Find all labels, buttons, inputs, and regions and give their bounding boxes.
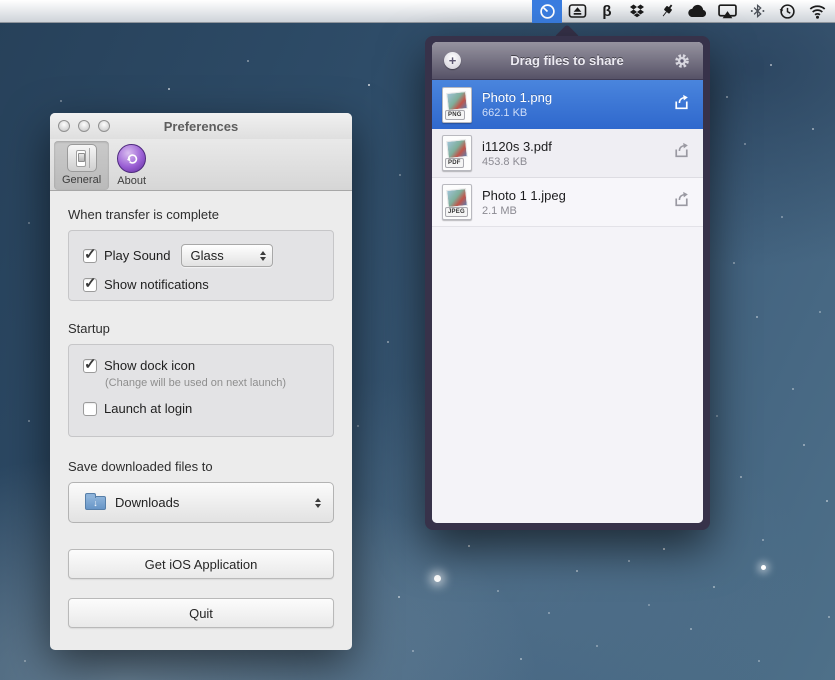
file-name: i1120s 3.pdf (482, 139, 672, 154)
get-ios-app-button[interactable]: Get iOS Application (68, 549, 334, 579)
jpeg-file-icon: JPEG (442, 184, 472, 220)
bright-star (434, 575, 441, 582)
sound-select[interactable]: Glass (181, 244, 273, 267)
share-icon[interactable] (672, 191, 691, 213)
transfer-group: ✓ Play Sound Glass ✓ Show notifications (68, 230, 334, 301)
file-name: Photo 1.png (482, 90, 672, 105)
file-row[interactable]: PNG Photo 1.png 662.1 KB (432, 80, 703, 129)
popover-title: Drag files to share (461, 53, 673, 68)
select-arrows-icon (260, 251, 266, 261)
save-heading: Save downloaded files to (68, 459, 334, 474)
bluetooth-menu-icon[interactable] (742, 0, 772, 23)
airplay-menu-icon[interactable] (712, 0, 742, 23)
transfer-heading: When transfer is complete (68, 207, 334, 222)
file-size: 662.1 KB (482, 107, 672, 119)
checkmark-icon: ✓ (84, 245, 97, 263)
checkmark-icon: ✓ (84, 355, 97, 373)
download-folder-select[interactable]: ↓ Downloads (68, 482, 334, 523)
dropbox-menu-icon[interactable] (622, 0, 652, 23)
bright-star (761, 565, 766, 570)
minimize-button[interactable] (78, 120, 90, 132)
cloud-menu-icon[interactable] (682, 0, 712, 23)
beta-menu-icon[interactable]: β (592, 0, 622, 23)
png-file-icon: PNG (442, 87, 472, 123)
file-row[interactable]: JPEG Photo 1 1.jpeg 2.1 MB (432, 178, 703, 227)
preferences-window: Preferences General (50, 113, 352, 650)
startup-group: ✓ Show dock icon (Change will be used on… (68, 344, 334, 437)
quit-button[interactable]: Quit (68, 598, 334, 628)
file-list: PNG Photo 1.png 662.1 KB (432, 80, 703, 523)
launch-at-login-checkbox[interactable] (83, 402, 97, 416)
timer-icon (539, 3, 556, 20)
tab-general[interactable]: General (54, 141, 109, 190)
startup-heading: Startup (68, 321, 334, 336)
desktop: β (0, 0, 835, 680)
close-button[interactable] (58, 120, 70, 132)
gear-icon[interactable] (673, 52, 691, 70)
play-sound-checkbox[interactable]: ✓ (83, 249, 97, 263)
file-size: 453.8 KB (482, 156, 672, 168)
pin-menu-icon[interactable] (652, 0, 682, 23)
add-file-button[interactable]: + (444, 52, 461, 69)
share-app-menu-icon[interactable] (532, 0, 562, 23)
title-bar[interactable]: Preferences (50, 113, 352, 139)
share-popover: + Drag files to share PNG (425, 36, 710, 530)
file-row[interactable]: PDF i1120s 3.pdf 453.8 KB (432, 129, 703, 178)
share-icon[interactable] (672, 142, 691, 164)
preferences-toolbar: General About (50, 139, 352, 191)
downloads-folder-icon: ↓ (85, 496, 106, 510)
share-icon[interactable] (672, 94, 691, 116)
zoom-button[interactable] (98, 120, 110, 132)
show-notifications-checkbox[interactable]: ✓ (83, 278, 97, 292)
file-size: 2.1 MB (482, 205, 672, 217)
menu-bar: β (0, 0, 835, 23)
pdf-file-icon: PDF (442, 135, 472, 171)
file-name: Photo 1 1.jpeg (482, 188, 672, 203)
checkmark-icon: ✓ (84, 274, 97, 292)
eject-box-menu-icon[interactable] (562, 0, 592, 23)
wifi-menu-icon[interactable] (802, 0, 832, 23)
preferences-content: When transfer is complete ✓ Play Sound G… (50, 191, 352, 628)
select-arrows-icon (315, 498, 321, 508)
show-dock-icon-checkbox[interactable]: ✓ (83, 359, 97, 373)
general-icon (67, 144, 97, 172)
about-icon (117, 144, 146, 173)
dock-note: (Change will be used on next launch) (105, 377, 319, 389)
time-machine-menu-icon[interactable] (772, 0, 802, 23)
tab-about[interactable]: About (109, 141, 154, 190)
popover-header: + Drag files to share (432, 42, 703, 80)
